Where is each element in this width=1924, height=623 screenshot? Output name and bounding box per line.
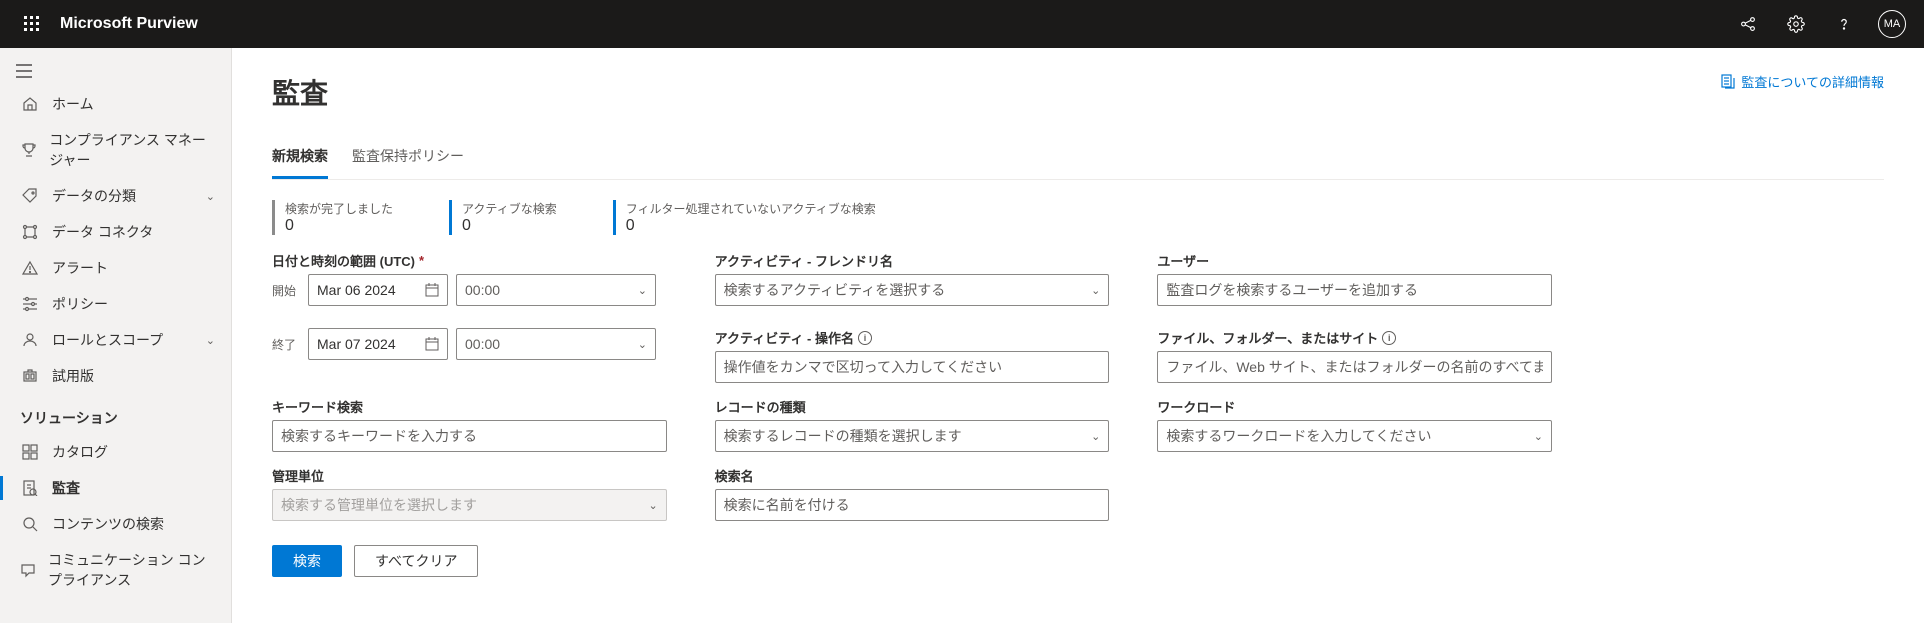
stat-value: 0 <box>626 217 876 235</box>
brand-title: Microsoft Purview <box>60 15 198 33</box>
user-avatar[interactable]: MA <box>1878 10 1906 38</box>
date-range-label: 日付と時刻の範囲 (UTC)* <box>272 251 667 270</box>
info-icon[interactable]: i <box>858 331 872 345</box>
sidebar-section-solutions: ソリューション <box>0 394 231 434</box>
info-icon[interactable]: i <box>1382 331 1396 345</box>
end-label: 終了 <box>272 336 300 353</box>
calendar-icon[interactable] <box>425 337 439 351</box>
sidebar-item-label: コンプライアンス マネージャー <box>49 130 219 170</box>
search-name-label: 検索名 <box>715 466 1110 485</box>
sidebar-item-label: カタログ <box>52 442 108 462</box>
roles-icon <box>20 330 40 350</box>
workload-label: ワークロード <box>1157 397 1552 416</box>
start-label: 開始 <box>272 282 300 299</box>
sidebar-item-label: コンテンツの検索 <box>52 514 164 534</box>
sidebar-item-label: データの分類 <box>52 186 136 206</box>
sidebar-item-policy[interactable]: ポリシー <box>0 286 231 322</box>
alert-icon <box>20 258 40 278</box>
global-header: Microsoft Purview MA <box>0 0 1924 48</box>
sidebar-item-label: ロールとスコープ <box>52 330 163 350</box>
page-title: 監査 <box>272 72 328 112</box>
main-content: 監査 監査についての詳細情報 新規検索監査保持ポリシー 検索が完了しました0アク… <box>232 48 1924 623</box>
stat-label: フィルター処理されていないアクティブな検索 <box>626 200 876 217</box>
sidebar-item-label: コミュニケーション コンプライアンス <box>48 550 219 590</box>
sidebar-item-tag[interactable]: データの分類 ⌄ <box>0 178 231 214</box>
learn-more-label: 監査についての詳細情報 <box>1741 72 1884 91</box>
end-date-input[interactable]: Mar 07 2024 <box>308 328 448 360</box>
tabs: 新規検索監査保持ポリシー <box>272 136 1884 180</box>
trophy-icon <box>20 140 37 160</box>
sidebar-item-connector[interactable]: データ コネクタ <box>0 214 231 250</box>
stat-value: 0 <box>285 217 393 235</box>
search-icon <box>20 514 40 534</box>
stats-row: 検索が完了しました0アクティブな検索0フィルター処理されていないアクティブな検索… <box>272 200 1884 235</box>
chevron-down-icon: ⌄ <box>206 190 215 203</box>
sidebar-item-label: ホーム <box>52 94 94 114</box>
users-label: ユーザー <box>1157 251 1552 270</box>
learn-more-link[interactable]: 監査についての詳細情報 <box>1721 72 1884 91</box>
sidebar-item-audit[interactable]: 監査 <box>0 470 231 506</box>
start-time-select[interactable]: 00:00⌄ <box>456 274 656 306</box>
activity-friendly-label: アクティビティ - フレンドリ名 <box>715 251 1110 270</box>
calendar-icon[interactable] <box>425 283 439 297</box>
file-input[interactable] <box>1157 351 1552 383</box>
stat-card: 検索が完了しました0 <box>272 200 393 235</box>
keyword-input[interactable] <box>272 420 667 452</box>
file-label: ファイル、フォルダー、またはサイトi <box>1157 328 1552 347</box>
activity-op-input[interactable] <box>715 351 1110 383</box>
tab[interactable]: 新規検索 <box>272 136 328 179</box>
admin-unit-label: 管理単位 <box>272 466 667 485</box>
comm-icon <box>20 560 36 580</box>
search-button[interactable]: 検索 <box>272 545 342 577</box>
menu-toggle-icon[interactable] <box>0 56 231 86</box>
stat-label: アクティブな検索 <box>462 200 557 217</box>
tag-icon <box>20 186 40 206</box>
chevron-down-icon: ⌄ <box>206 334 215 347</box>
sidebar-item-label: 試用版 <box>52 366 94 386</box>
end-time-select[interactable]: 00:00⌄ <box>456 328 656 360</box>
start-date-input[interactable]: Mar 06 2024 <box>308 274 448 306</box>
sidebar-item-label: アラート <box>52 258 108 278</box>
audit-icon <box>20 478 40 498</box>
keyword-label: キーワード検索 <box>272 397 667 416</box>
tab[interactable]: 監査保持ポリシー <box>352 136 464 179</box>
sidebar-item-trial[interactable]: 試用版 <box>0 358 231 394</box>
stat-card: アクティブな検索0 <box>449 200 557 235</box>
sidebar-item-search[interactable]: コンテンツの検索 <box>0 506 231 542</box>
share-icon[interactable] <box>1724 0 1772 48</box>
sidebar-item-label: ポリシー <box>52 294 108 314</box>
clear-all-button[interactable]: すべてクリア <box>354 545 478 577</box>
sidebar-item-label: データ コネクタ <box>52 222 153 242</box>
sidebar-item-catalog[interactable]: カタログ <box>0 434 231 470</box>
stat-value: 0 <box>462 217 557 235</box>
stat-label: 検索が完了しました <box>285 200 393 217</box>
help-icon[interactable] <box>1820 0 1868 48</box>
trial-icon <box>20 366 40 386</box>
sidebar-item-alert[interactable]: アラート <box>0 250 231 286</box>
stat-card: フィルター処理されていないアクティブな検索0 <box>613 200 876 235</box>
sidebar-item-trophy[interactable]: コンプライアンス マネージャー <box>0 122 231 178</box>
sidebar-item-label: 監査 <box>52 478 80 498</box>
home-icon <box>20 94 40 114</box>
activity-op-label: アクティビティ - 操作名i <box>715 328 1110 347</box>
sidebar-item-comm[interactable]: コミュニケーション コンプライアンス <box>0 542 231 598</box>
catalog-icon <box>20 442 40 462</box>
doc-icon <box>1721 74 1735 90</box>
record-type-select[interactable]: 検索するレコードの種類を選択します⌄ <box>715 420 1110 452</box>
sidebar: ホームコンプライアンス マネージャーデータの分類 ⌄ データ コネクタアラートポリシ… <box>0 48 232 623</box>
settings-icon[interactable] <box>1772 0 1820 48</box>
activity-friendly-select[interactable]: 検索するアクティビティを選択する⌄ <box>715 274 1110 306</box>
app-launcher-icon[interactable] <box>8 0 56 48</box>
policy-icon <box>20 294 40 314</box>
connector-icon <box>20 222 40 242</box>
users-input[interactable] <box>1157 274 1552 306</box>
search-name-input[interactable] <box>715 489 1110 521</box>
record-type-label: レコードの種類 <box>715 397 1110 416</box>
sidebar-item-roles[interactable]: ロールとスコープ ⌄ <box>0 322 231 358</box>
sidebar-item-home[interactable]: ホーム <box>0 86 231 122</box>
admin-unit-select: 検索する管理単位を選択します⌄ <box>272 489 667 521</box>
workload-select[interactable]: 検索するワークロードを入力してください⌄ <box>1157 420 1552 452</box>
